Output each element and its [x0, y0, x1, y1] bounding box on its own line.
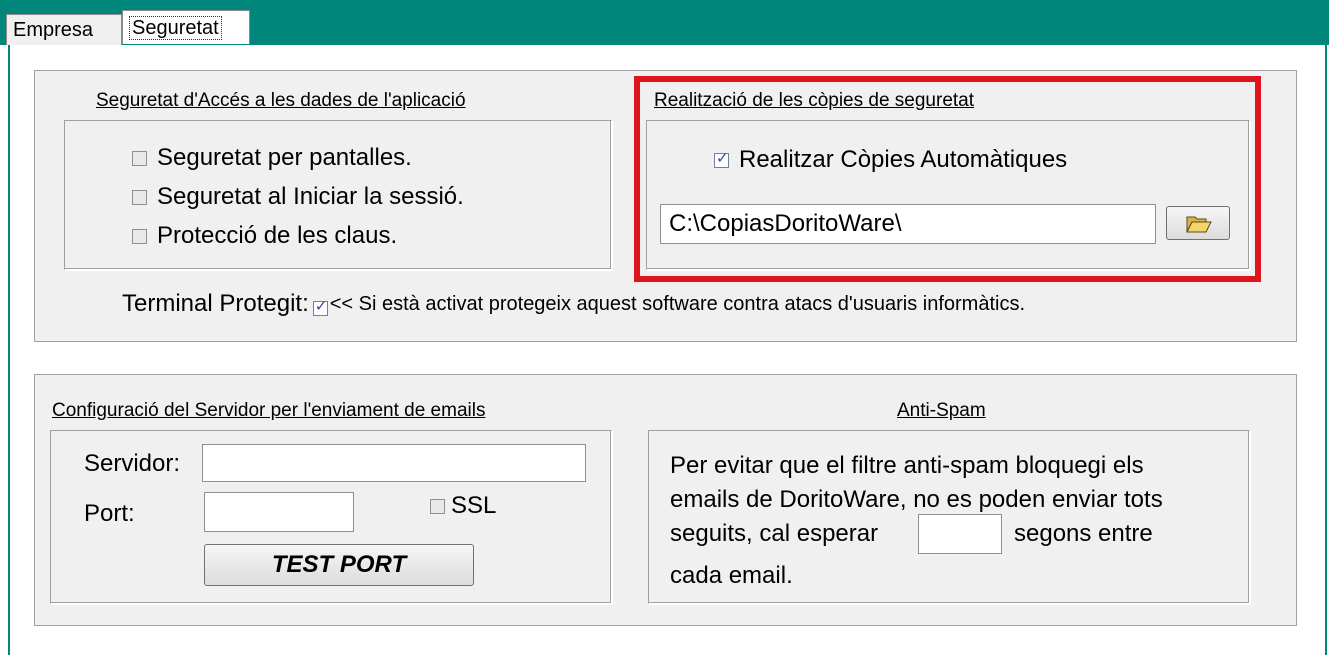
antispam-heading: Anti-Spam: [897, 400, 986, 421]
tab-seguretat[interactable]: Seguretat: [122, 10, 250, 44]
ssl-checkbox[interactable]: [430, 498, 445, 514]
option-keys-label: Protecció de les claus.: [157, 222, 398, 249]
ssl-label: SSL: [451, 492, 497, 519]
terminal-protected-row[interactable]: Terminal Protegit: << Si està activat pr…: [122, 290, 1025, 318]
server-field[interactable]: [202, 444, 586, 482]
option-keys-checkbox[interactable]: [132, 228, 147, 244]
port-label: Port:: [84, 500, 135, 527]
antispam-text-line3a: seguits, cal esperar: [670, 520, 879, 547]
ssl-option[interactable]: SSL: [430, 492, 496, 520]
option-screens-label: Seguretat per pantalles.: [157, 144, 412, 171]
highlight-frame: [634, 76, 1261, 282]
tab-empresa[interactable]: Empresa: [6, 14, 122, 45]
antispam-text-line1: Per evitar que el filtre anti-spam bloqu…: [670, 452, 1144, 479]
antispam-text-line3b: segons entre: [1014, 520, 1153, 547]
security-heading: Seguretat d'Accés a les dades de l'aplic…: [96, 90, 466, 111]
port-field[interactable]: [204, 492, 354, 532]
option-login-checkbox[interactable]: [132, 189, 147, 205]
option-screens-checkbox[interactable]: [132, 150, 147, 166]
antispam-seconds-field[interactable]: [918, 514, 1002, 554]
test-port-button[interactable]: TEST PORT: [204, 544, 474, 586]
terminal-protected-checkbox[interactable]: [312, 297, 328, 316]
option-screens[interactable]: Seguretat per pantalles.: [132, 144, 412, 172]
option-login-label: Seguretat al Iniciar la sessió.: [157, 183, 464, 210]
tab-seguretat-label: Seguretat: [129, 16, 222, 40]
terminal-note: << Si està activat protegeix aquest soft…: [329, 292, 1026, 315]
terminal-label: Terminal Protegit:: [122, 290, 309, 317]
option-login[interactable]: Seguretat al Iniciar la sessió.: [132, 183, 464, 211]
email-heading: Configuració del Servidor per l'enviamen…: [52, 400, 486, 421]
test-port-label: TEST PORT: [271, 551, 407, 578]
server-label: Servidor:: [84, 450, 181, 477]
tab-empresa-label: Empresa: [13, 19, 94, 41]
option-keys[interactable]: Protecció de les claus.: [132, 222, 397, 250]
antispam-text-line2: emails de DoritoWare, no es poden enviar…: [670, 486, 1163, 513]
antispam-text-line4: cada email.: [670, 562, 793, 589]
